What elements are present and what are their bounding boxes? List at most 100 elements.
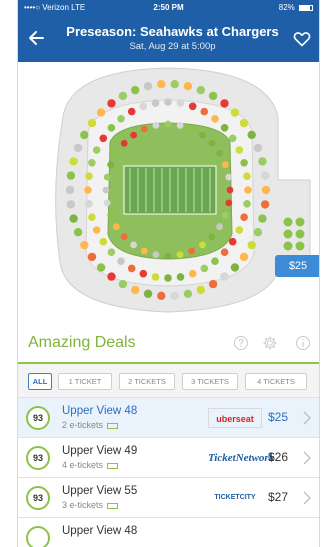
- seat-section-dot: [118, 279, 128, 289]
- seat-section-dot: [127, 264, 136, 273]
- seat-section-dot: [107, 211, 115, 219]
- seller-logo-uberseat: uberseat: [208, 408, 262, 428]
- seat-section-dot: [151, 273, 160, 281]
- seat-section-dot: [102, 186, 110, 194]
- seat-section-dot: [176, 273, 185, 281]
- filter-4-tickets[interactable]: 4 TICKETS: [245, 373, 307, 390]
- seat-section-dot: [140, 247, 148, 255]
- seat-section-dot: [130, 241, 137, 249]
- listing-row[interactable]: 93 Upper View 55 3 e-tickets TICKETCITY …: [18, 478, 319, 518]
- chevron-right-icon: [303, 451, 311, 465]
- deals-title: Amazing Deals: [28, 334, 136, 351]
- seat-section-dot: [65, 185, 75, 195]
- seat-section-dot: [247, 240, 256, 250]
- seat-section-dot: [164, 252, 172, 260]
- filter-1-ticket[interactable]: 1 TICKET: [58, 373, 112, 390]
- seat-section-dot: [221, 161, 229, 169]
- phone-screen: ••••○ Verizon LTE 2:50 PM 82% Preseason:…: [17, 0, 320, 547]
- seat-section-dot: [85, 200, 93, 208]
- listing-row[interactable]: Upper View 48: [18, 518, 319, 547]
- seat-section-dot: [84, 186, 92, 194]
- seat-section-dot: [170, 291, 179, 300]
- seat-section-dot: [176, 99, 185, 107]
- seat-section-dot: [216, 223, 224, 231]
- heart-outline-icon[interactable]: [293, 30, 311, 48]
- seat-section-dot: [164, 274, 172, 282]
- seat-section-dot: [220, 99, 229, 108]
- seat-section-dot: [208, 233, 216, 241]
- seat-section-dot: [176, 251, 184, 259]
- seat-section-dot: [143, 82, 153, 91]
- seat-section-dot: [107, 99, 116, 108]
- seat-section-dot: [188, 247, 196, 255]
- seat-section-dot: [103, 199, 111, 207]
- seat-section-dot: [131, 285, 140, 295]
- stadium-diagram[interactable]: [18, 62, 320, 322]
- seat-section-dot: [228, 237, 237, 246]
- seat-section-dot: [107, 161, 115, 169]
- seat-section-dot: [140, 125, 148, 133]
- seat-section-dot: [152, 251, 160, 259]
- clock: 2:50 PM: [153, 3, 184, 12]
- listing-row[interactable]: 93 Upper View 49 4 e-tickets TicketNetwo…: [18, 438, 319, 478]
- seat-section-dot: [243, 172, 251, 180]
- gear-icon[interactable]: [262, 335, 278, 351]
- ticket-count-label: 3 e-tickets: [62, 500, 104, 510]
- seat-section-dot: [107, 248, 116, 256]
- ticket-count-label: 2 e-tickets: [62, 420, 104, 430]
- seat-section-dot: [188, 125, 196, 133]
- seat-section-dot: [66, 200, 76, 209]
- section-price-tag[interactable]: $25: [275, 255, 319, 277]
- seat-section-dot: [188, 102, 197, 111]
- seat-section-dot: [253, 228, 263, 237]
- seat-section-dot: [226, 186, 234, 194]
- seat-section-dot: [230, 108, 240, 117]
- seat-section-dot: [258, 157, 267, 166]
- event-date: Sat, Aug 29 at 5:00p: [129, 41, 216, 52]
- seat-section-dot: [260, 200, 270, 209]
- seat-section-dot: [120, 139, 128, 147]
- seat-section-dot: [170, 80, 179, 89]
- seat-section-dot: [164, 120, 172, 128]
- filter-all[interactable]: ALL: [28, 373, 52, 390]
- seat-section-dot: [183, 289, 193, 298]
- seat-section-dot: [69, 214, 78, 223]
- back-arrow-icon[interactable]: [26, 27, 48, 49]
- seat-section-dot: [208, 279, 218, 289]
- seat-section-dot: [183, 82, 193, 91]
- seat-section-dot: [261, 185, 271, 195]
- seat-section-dot: [208, 91, 218, 101]
- seat-section-dot: [199, 241, 206, 249]
- listing-price: $27: [268, 490, 289, 504]
- seat-section-dot: [92, 226, 101, 234]
- seat-section-dot: [99, 134, 108, 143]
- seat-section-dot: [87, 252, 97, 262]
- info-circle-icon[interactable]: [295, 335, 311, 351]
- listing-row[interactable]: 93 Upper View 48 2 e-tickets uberseat $2…: [18, 398, 319, 438]
- seat-section-dot: [113, 149, 120, 157]
- seat-section-dot: [139, 102, 148, 111]
- battery-percent: 82%: [278, 3, 295, 12]
- seat-section-dot: [200, 264, 209, 273]
- deal-score-badge: [26, 526, 50, 547]
- battery-indicator: 82%: [279, 3, 313, 12]
- seat-section-dot: [235, 226, 244, 234]
- stadium-seat-map[interactable]: $25: [18, 62, 320, 322]
- filter-3-tickets[interactable]: 3 TICKETS: [182, 373, 238, 390]
- filter-2-tickets[interactable]: 2 TICKETS: [119, 373, 175, 390]
- section-name: Upper View 49: [62, 445, 138, 457]
- seller-logo-ticketcity: TICKETCITY: [214, 494, 256, 501]
- question-circle-icon[interactable]: [233, 335, 249, 351]
- seat-section-dot: [80, 130, 89, 140]
- listing-price: $26: [268, 450, 289, 464]
- seat-section-dot: [283, 241, 293, 251]
- seat-section-dot: [239, 118, 249, 128]
- seat-section-dot: [228, 134, 237, 143]
- seat-section-dot: [235, 146, 244, 154]
- seat-section-dot: [176, 121, 184, 129]
- seat-section-dot: [80, 240, 89, 250]
- seat-section-dot: [283, 229, 293, 239]
- seat-section-dot: [88, 159, 96, 167]
- seat-section-dot: [283, 217, 293, 227]
- seat-section-dot: [130, 131, 137, 139]
